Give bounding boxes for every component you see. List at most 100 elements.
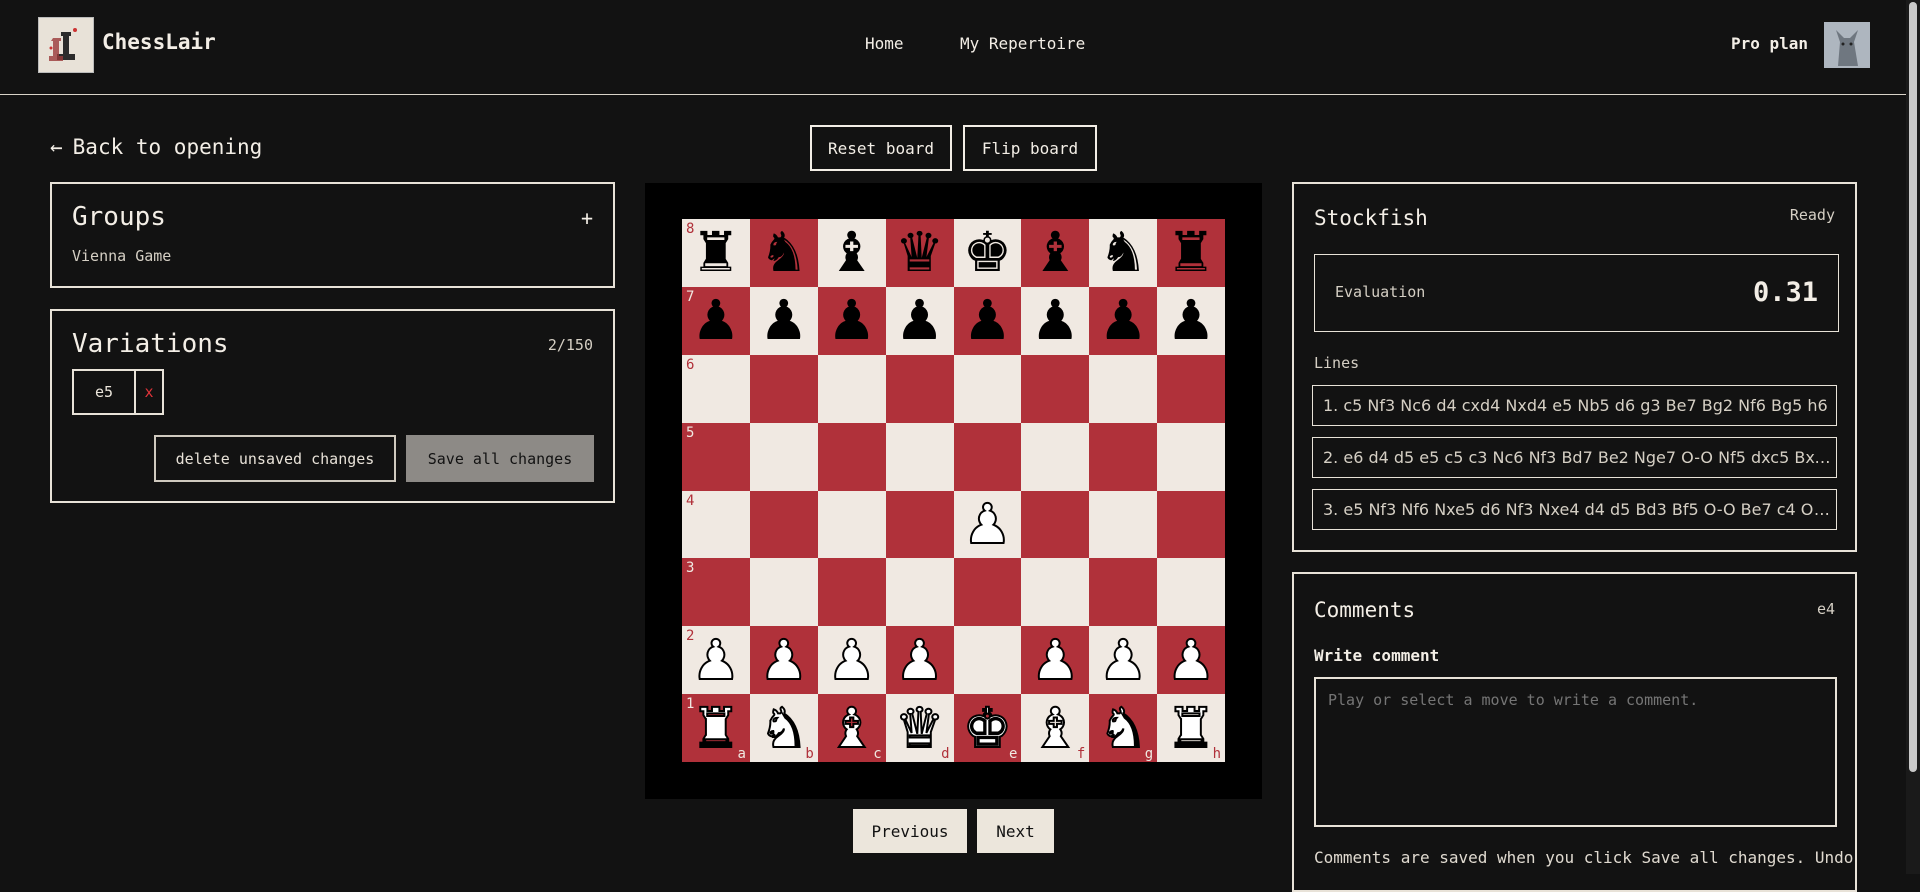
square-c4[interactable] bbox=[817, 490, 886, 559]
black-pawn-icon[interactable]: ♟ bbox=[895, 293, 944, 348]
square-c5[interactable] bbox=[817, 422, 886, 491]
square-c8[interactable]: ♝ bbox=[817, 219, 886, 287]
square-d1[interactable]: d ♛ bbox=[885, 694, 954, 762]
black-pawn-icon[interactable]: ♟ bbox=[1099, 293, 1148, 348]
save-all-changes-button[interactable]: Save all changes bbox=[406, 435, 594, 482]
square-b5[interactable] bbox=[749, 422, 818, 491]
square-a4[interactable]: 4 bbox=[682, 490, 750, 559]
page-scrollbar[interactable] bbox=[1906, 0, 1920, 874]
white-knight-icon[interactable]: ♞ bbox=[758, 699, 809, 756]
square-b2[interactable]: ♟ bbox=[749, 626, 818, 695]
square-f7[interactable]: ♟ bbox=[1021, 286, 1090, 355]
white-pawn-icon[interactable]: ♟ bbox=[1098, 631, 1149, 688]
white-pawn-icon[interactable]: ♟ bbox=[826, 631, 877, 688]
white-pawn-icon[interactable]: ♟ bbox=[962, 495, 1013, 552]
back-to-opening-link[interactable]: ← Back to opening bbox=[50, 135, 262, 159]
black-pawn-icon[interactable]: ♟ bbox=[691, 293, 740, 348]
group-item[interactable]: Vienna Game bbox=[72, 247, 171, 265]
square-e7[interactable]: ♟ bbox=[953, 286, 1022, 355]
square-g4[interactable] bbox=[1089, 490, 1158, 559]
square-c6[interactable] bbox=[817, 354, 886, 423]
black-king-icon[interactable]: ♚ bbox=[963, 225, 1012, 280]
square-e5[interactable] bbox=[953, 422, 1022, 491]
black-pawn-icon[interactable]: ♟ bbox=[1166, 293, 1215, 348]
square-g7[interactable]: ♟ bbox=[1089, 286, 1158, 355]
square-e1[interactable]: e ♚ bbox=[953, 694, 1022, 762]
square-h6[interactable] bbox=[1157, 354, 1225, 423]
nav-my-repertoire[interactable]: My Repertoire bbox=[960, 34, 1085, 53]
delete-unsaved-changes-button[interactable]: delete unsaved changes bbox=[154, 435, 396, 482]
square-h2[interactable]: ♟ bbox=[1157, 626, 1225, 695]
square-f6[interactable] bbox=[1021, 354, 1090, 423]
brand-logo[interactable] bbox=[38, 17, 94, 73]
black-pawn-icon[interactable]: ♟ bbox=[1031, 293, 1080, 348]
square-e4[interactable]: ♟ bbox=[953, 490, 1022, 559]
square-g6[interactable] bbox=[1089, 354, 1158, 423]
square-h3[interactable] bbox=[1157, 558, 1225, 627]
white-bishop-icon[interactable]: ♝ bbox=[1030, 699, 1081, 756]
add-group-button[interactable]: + bbox=[581, 206, 593, 230]
flip-board-button[interactable]: Flip board bbox=[963, 125, 1097, 171]
black-knight-icon[interactable]: ♞ bbox=[759, 225, 808, 280]
square-b1[interactable]: b ♞ bbox=[749, 694, 818, 762]
next-move-button[interactable]: Next bbox=[977, 809, 1054, 853]
square-c1[interactable]: c ♝ bbox=[817, 694, 886, 762]
black-pawn-icon[interactable]: ♟ bbox=[827, 293, 876, 348]
engine-line-2[interactable]: 2. e6 d4 d5 e5 c5 c3 Nc6 Nf3 Bd7 Be2 Nge… bbox=[1312, 437, 1837, 478]
square-d2[interactable]: ♟ bbox=[885, 626, 954, 695]
white-knight-icon[interactable]: ♞ bbox=[1098, 699, 1149, 756]
square-d8[interactable]: ♛ bbox=[885, 219, 954, 287]
white-king-icon[interactable]: ♚ bbox=[962, 699, 1013, 756]
square-b7[interactable]: ♟ bbox=[749, 286, 818, 355]
square-g5[interactable] bbox=[1089, 422, 1158, 491]
square-b6[interactable] bbox=[749, 354, 818, 423]
square-f4[interactable] bbox=[1021, 490, 1090, 559]
square-a3[interactable]: 3 bbox=[682, 558, 750, 627]
square-f5[interactable] bbox=[1021, 422, 1090, 491]
square-a6[interactable]: 6 bbox=[682, 354, 750, 423]
white-pawn-icon[interactable]: ♟ bbox=[758, 631, 809, 688]
white-rook-icon[interactable]: ♜ bbox=[1165, 699, 1216, 756]
black-bishop-icon[interactable]: ♝ bbox=[1031, 225, 1080, 280]
square-e6[interactable] bbox=[953, 354, 1022, 423]
square-d7[interactable]: ♟ bbox=[885, 286, 954, 355]
square-d4[interactable] bbox=[885, 490, 954, 559]
square-g1[interactable]: g ♞ bbox=[1089, 694, 1158, 762]
black-pawn-icon[interactable]: ♟ bbox=[963, 293, 1012, 348]
black-knight-icon[interactable]: ♞ bbox=[1099, 225, 1148, 280]
square-a7[interactable]: 7 ♟ bbox=[682, 286, 750, 355]
white-queen-icon[interactable]: ♛ bbox=[894, 699, 945, 756]
square-g3[interactable] bbox=[1089, 558, 1158, 627]
square-e3[interactable] bbox=[953, 558, 1022, 627]
square-h1[interactable]: h ♜ bbox=[1157, 694, 1225, 762]
black-pawn-icon[interactable]: ♟ bbox=[759, 293, 808, 348]
square-b3[interactable] bbox=[749, 558, 818, 627]
white-rook-icon[interactable]: ♜ bbox=[690, 699, 741, 756]
engine-line-1[interactable]: 1. c5 Nf3 Nc6 d4 cxd4 Nxd4 e5 Nb5 d6 g3 … bbox=[1312, 385, 1837, 426]
variation-chip-label[interactable]: e5 bbox=[74, 371, 136, 413]
square-c7[interactable]: ♟ bbox=[817, 286, 886, 355]
square-h7[interactable]: ♟ bbox=[1157, 286, 1225, 355]
square-h4[interactable] bbox=[1157, 490, 1225, 559]
square-f2[interactable]: ♟ bbox=[1021, 626, 1090, 695]
black-queen-icon[interactable]: ♛ bbox=[895, 225, 944, 280]
reset-board-button[interactable]: Reset board bbox=[810, 125, 952, 171]
square-a5[interactable]: 5 bbox=[682, 422, 750, 491]
white-pawn-icon[interactable]: ♟ bbox=[894, 631, 945, 688]
square-d6[interactable] bbox=[885, 354, 954, 423]
square-a8[interactable]: 8 ♜ bbox=[682, 219, 750, 287]
square-f3[interactable] bbox=[1021, 558, 1090, 627]
chessboard[interactable]: 8 ♜ ♞ ♝ ♛ ♚ ♝ ♞ ♜ 7 ♟ ♟ ♟ ♟ ♟ ♟ ♟ ♟ 6 5 4 ♟ 3 2 ♟ ♟ ♟ ♟ ♟ ♟ ♟ 1 a ♜ b ♞ c ♝ d ♛… bbox=[682, 219, 1225, 762]
black-bishop-icon[interactable]: ♝ bbox=[827, 225, 876, 280]
white-pawn-icon[interactable]: ♟ bbox=[690, 631, 741, 688]
previous-move-button[interactable]: Previous bbox=[853, 809, 967, 853]
square-g8[interactable]: ♞ bbox=[1089, 219, 1158, 287]
scrollbar-thumb[interactable] bbox=[1909, 2, 1917, 772]
square-e8[interactable]: ♚ bbox=[953, 219, 1022, 287]
white-bishop-icon[interactable]: ♝ bbox=[826, 699, 877, 756]
square-f1[interactable]: f ♝ bbox=[1021, 694, 1090, 762]
comment-textarea[interactable] bbox=[1314, 677, 1837, 827]
white-pawn-icon[interactable]: ♟ bbox=[1030, 631, 1081, 688]
square-d5[interactable] bbox=[885, 422, 954, 491]
brand-name[interactable]: ChessLair bbox=[102, 30, 216, 54]
